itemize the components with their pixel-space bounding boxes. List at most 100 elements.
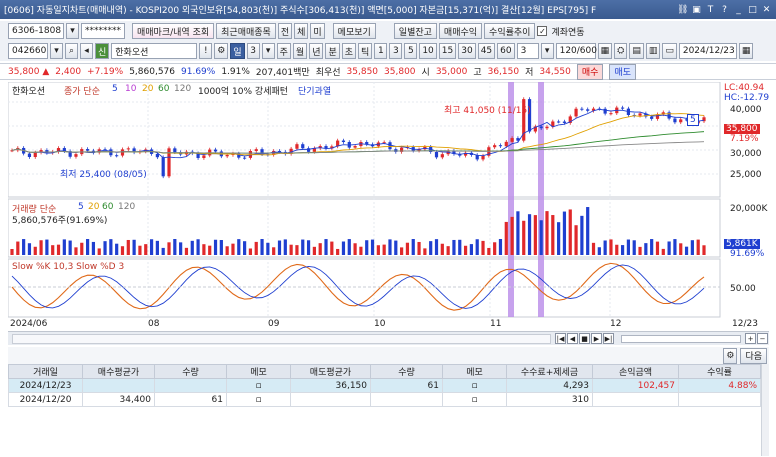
table-icon[interactable]: ▥	[645, 43, 661, 59]
col-buy-memo[interactable]: 메모	[226, 364, 291, 379]
col-sell-memo[interactable]: 메모	[442, 364, 507, 379]
stock-code-input[interactable]: 042660	[8, 43, 48, 59]
count-input[interactable]: 120/600	[555, 43, 597, 59]
scroll-track[interactable]	[12, 333, 551, 344]
chart-area[interactable]: 한화오션 종가 단순 5 10 20 60 120 1000억 10% 강세패턴…	[8, 82, 769, 330]
period-dropdown-icon[interactable]: ▾	[261, 43, 275, 59]
zoom-out-icon[interactable]: −	[757, 333, 768, 344]
col-buy-qty[interactable]: 수량	[154, 364, 227, 379]
col-sell-avg[interactable]: 매도평균가	[290, 364, 371, 379]
minute-30-button[interactable]: 30	[458, 43, 476, 59]
recent-trade-button[interactable]: 최근매매종목	[216, 23, 276, 39]
lock-settings-icon[interactable]: ⛭	[614, 43, 628, 59]
minute-10-button[interactable]: 10	[419, 43, 437, 59]
buy-memo-icon[interactable]: ▫	[226, 378, 291, 393]
col-buy-avg[interactable]: 매수평균가	[82, 364, 155, 379]
minute-5-button[interactable]: 5	[404, 43, 418, 59]
memo-view-button[interactable]: 메모보기	[332, 23, 376, 39]
col-return[interactable]: 수익률	[678, 364, 761, 379]
period-week-tab[interactable]: 주	[276, 43, 291, 59]
close-icon[interactable]: ✕	[761, 5, 772, 15]
grid-icon[interactable]: ▦	[597, 43, 613, 59]
search-icon[interactable]: ⌕	[65, 43, 78, 59]
period-multiplier[interactable]: 3	[246, 43, 260, 59]
table-scrollbar[interactable]	[761, 364, 769, 456]
next-page-button[interactable]: 다음	[740, 347, 767, 364]
zoom-in-icon[interactable]: +	[745, 333, 756, 344]
trade-marker-five[interactable]: 5	[687, 114, 699, 126]
minimize-icon[interactable]: _	[733, 5, 744, 15]
volume-bar	[341, 241, 346, 255]
volume-bar	[591, 242, 596, 255]
candle-body	[173, 148, 177, 153]
minute-3-button[interactable]: 3	[389, 43, 403, 59]
period-minute-tab[interactable]: 분	[325, 43, 340, 59]
link-icon[interactable]: ⛓	[677, 5, 688, 15]
prev-stock-icon[interactable]: ◂	[80, 43, 93, 59]
interval-dropdown-icon[interactable]: ▾	[540, 43, 554, 59]
stop-icon[interactable]: ■	[579, 333, 590, 344]
first-icon[interactable]: |◀	[555, 333, 566, 344]
sell-button[interactable]: 매도	[609, 63, 637, 80]
filter-all-button[interactable]: 전	[277, 23, 293, 39]
minute-1-button[interactable]: 1	[374, 43, 388, 59]
return-trend-button[interactable]: 수익률추이	[484, 23, 536, 39]
calendar-toggle-icon[interactable]: ▭	[662, 43, 677, 59]
last-icon[interactable]: ▶|	[603, 333, 614, 344]
col-trade-date[interactable]: 거래일	[8, 364, 83, 379]
chart-scroll-bar[interactable]: |◀ ◀ ■ ▶ ▶| + −	[8, 331, 769, 345]
volume-bar	[196, 239, 200, 255]
code-dropdown-icon[interactable]: ▾	[50, 43, 63, 59]
account-input[interactable]: 6306-1808	[8, 23, 64, 39]
vol-ma-20: 20	[88, 202, 100, 212]
sell-memo-icon[interactable]: ▫	[442, 392, 507, 407]
calendar-icon[interactable]: ▦	[738, 43, 754, 59]
period-day-tab[interactable]: 일	[230, 43, 245, 59]
volume-bar	[423, 248, 427, 255]
minute-45-button[interactable]: 45	[477, 43, 496, 59]
trade-mark-query-button[interactable]: 매매마크/내역 조회	[132, 23, 215, 39]
buy-memo-icon[interactable]: ▫	[226, 392, 291, 407]
font-icon[interactable]: T	[705, 5, 716, 15]
zoom-slider[interactable]	[621, 334, 741, 343]
alert-icon[interactable]: !	[199, 43, 213, 59]
vol-pct-tag: 91.69%	[730, 249, 765, 259]
col-sell-qty[interactable]: 수량	[370, 364, 443, 379]
maximize-icon[interactable]: □	[747, 5, 758, 15]
settings-icon[interactable]: ⚙	[214, 43, 229, 59]
account-link-checkbox[interactable]: ✓	[537, 26, 548, 36]
tick-40000: 40,000	[730, 105, 762, 115]
col-profit[interactable]: 손익금액	[592, 364, 679, 379]
minute-15-button[interactable]: 15	[438, 43, 457, 59]
period-month-tab[interactable]: 월	[292, 43, 308, 59]
save-icon[interactable]: ▤	[629, 43, 644, 59]
buy-button[interactable]: 매수	[576, 63, 604, 80]
interval-input[interactable]: 3	[516, 43, 539, 59]
sell-memo-icon[interactable]: ▫	[442, 378, 507, 393]
trade-table: 거래일 매수평균가 수량 메모 매도평균가 수량 메모 수수료+제세금 손익금액…	[8, 364, 761, 407]
volume-bar	[266, 242, 270, 255]
table-row[interactable]: 2024/12/20 34,400 61 ▫ ▫ 310	[8, 392, 761, 407]
volume-bar	[388, 239, 392, 255]
next-icon[interactable]: ▶	[591, 333, 602, 344]
col-fee-tax[interactable]: 수수료+제세금	[506, 364, 593, 379]
password-input[interactable]: ********	[81, 23, 125, 39]
minute-60-button[interactable]: 60	[497, 43, 515, 59]
daily-balance-button[interactable]: 일별잔고	[393, 23, 437, 39]
period-year-tab[interactable]: 년	[309, 43, 324, 59]
period-tick-tab[interactable]: 틱	[358, 43, 373, 59]
period-second-tab[interactable]: 초	[341, 43, 357, 59]
ma-120: 120	[174, 84, 192, 94]
account-dropdown-icon[interactable]: ▾	[66, 23, 79, 39]
prev-icon[interactable]: ◀	[567, 333, 578, 344]
filter-exec-button[interactable]: 체	[294, 23, 309, 39]
lock-icon[interactable]: ▣	[691, 5, 702, 15]
help-icon[interactable]: ?	[719, 5, 730, 15]
volume-bar	[254, 241, 258, 255]
trade-profit-button[interactable]: 매매수익	[438, 23, 483, 39]
table-row[interactable]: 2024/12/23 ▫ 36,150 61 ▫ 4,293 102,457 4…	[8, 378, 761, 393]
filter-unexec-button[interactable]: 미	[310, 23, 325, 39]
title-bar: [0606] 자동일지차트(매매내역) - KOSPI200 외국인보유[54,…	[0, 0, 776, 19]
date-input[interactable]: 2024/12/23	[678, 43, 737, 59]
table-settings-icon[interactable]: ⚙	[723, 347, 738, 364]
